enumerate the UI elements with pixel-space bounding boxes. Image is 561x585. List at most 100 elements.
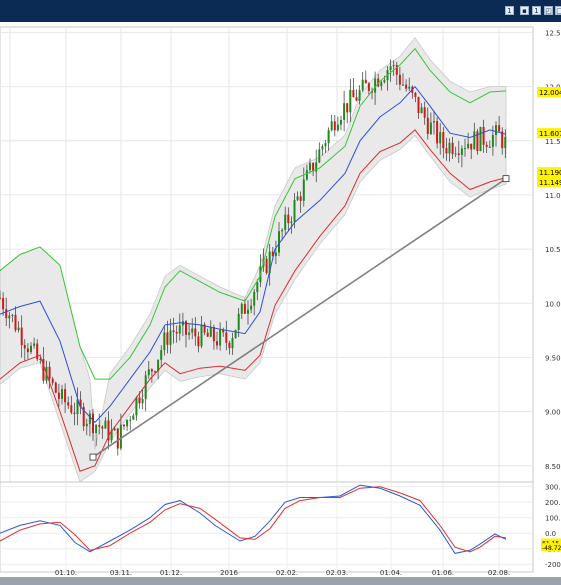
candle-body <box>104 420 107 429</box>
candle-body <box>225 332 228 343</box>
osc-y-tick-label: 200.0 <box>545 499 561 507</box>
candle-body <box>243 303 246 314</box>
candle-body <box>73 412 76 414</box>
candle-body <box>150 369 153 372</box>
candle-body <box>67 402 70 406</box>
candle-body <box>448 142 451 154</box>
candle-body <box>451 142 454 155</box>
candle-body <box>467 143 470 149</box>
candle-body <box>374 78 377 93</box>
candle-body <box>265 258 268 273</box>
candle-body <box>228 342 231 349</box>
osc-x-tick-label: 02.02. <box>276 569 298 577</box>
candle-body <box>212 327 215 342</box>
candle-body <box>278 231 280 253</box>
candle-body <box>445 148 448 154</box>
candle-body <box>367 83 370 91</box>
y-tick-label: 8.500 <box>545 463 561 471</box>
osc-y-tick-label: -200.0 <box>545 561 561 569</box>
candle-body <box>501 131 504 149</box>
stock-chart: 8.500 9.000 9.500 10.00 10.50 11.00 11.50 12.00… <box>0 26 561 577</box>
candle-body <box>20 327 23 345</box>
candle-body <box>343 103 346 120</box>
candle-body <box>256 282 259 292</box>
candle-body <box>132 415 135 420</box>
candle-body <box>340 119 342 125</box>
candle-body <box>95 424 98 434</box>
maximize-button[interactable]: □ <box>555 6 561 15</box>
price-label-upper: 12.004 <box>539 89 561 97</box>
candle-body <box>296 196 299 200</box>
candle-body <box>274 252 277 256</box>
candle-body <box>473 131 476 150</box>
osc-plot-area <box>0 481 534 573</box>
osc-y-tick-label: 100.0 <box>545 515 561 523</box>
candle-body <box>14 314 17 331</box>
osc-x-tick-label: 01.04. <box>380 569 402 577</box>
osc-y-tick-label: 0.0 <box>545 530 556 538</box>
candle-body <box>352 89 355 98</box>
candle-body <box>11 314 14 316</box>
candle-body <box>206 332 209 337</box>
candle-body <box>420 107 423 114</box>
candle-body <box>402 84 404 86</box>
candle-body <box>116 428 119 449</box>
candle-body <box>408 86 411 89</box>
restore-button[interactable]: 1 <box>532 6 541 15</box>
candle-body <box>491 135 494 147</box>
candle-body <box>5 309 8 319</box>
scrollbar[interactable] <box>0 577 561 585</box>
candle-body <box>191 328 194 333</box>
candle-body <box>454 153 457 155</box>
candle-body <box>188 332 191 335</box>
candle-body <box>287 214 290 224</box>
candle-body <box>302 179 305 201</box>
candle-body <box>113 428 116 431</box>
y-tick-label: 10.50 <box>545 246 561 254</box>
candle-body <box>126 420 129 427</box>
trend-line-handle <box>89 453 97 461</box>
candle-body <box>349 89 352 113</box>
minimize-button[interactable]: 1 <box>505 6 514 15</box>
oscillator-panel: 300.0200.0100.00.0-100.0-200.001.10.03.1… <box>0 481 561 577</box>
candle-body <box>123 424 125 427</box>
candle-body <box>51 378 54 383</box>
candle-body <box>166 332 169 345</box>
candle-body <box>355 97 358 101</box>
candle-body <box>364 79 367 84</box>
layout-button[interactable]: ◰ <box>544 6 553 15</box>
osc-x-tick-label: 01.06. <box>432 569 454 577</box>
candle-body <box>70 405 73 413</box>
candle-body <box>61 389 63 399</box>
candle-body <box>457 153 460 155</box>
candle-body <box>485 144 488 147</box>
y-tick-label: 9.000 <box>545 409 561 417</box>
candle-body <box>436 121 439 144</box>
candle-body <box>423 107 426 118</box>
candle-body <box>237 313 240 330</box>
candle-body <box>23 345 26 349</box>
candle-body <box>336 124 339 131</box>
candle-body <box>333 121 336 131</box>
candle-body <box>433 121 435 123</box>
candle-body <box>392 65 395 67</box>
osc-label-signal: -48.72 <box>542 545 561 552</box>
candle-body <box>305 170 308 180</box>
candle-body <box>54 382 57 393</box>
candle-body <box>358 90 361 101</box>
candle-body <box>144 375 147 400</box>
candle-body <box>327 130 330 144</box>
candle-body <box>234 329 237 339</box>
candle-body <box>380 82 383 87</box>
candle-body <box>346 103 349 113</box>
pin-button[interactable]: ▪ <box>520 6 529 15</box>
price-label-middle: 11.607 <box>539 130 561 138</box>
candle-body <box>414 92 417 97</box>
candle-body <box>460 148 463 155</box>
candle-body <box>398 74 401 85</box>
candle-body <box>85 423 88 427</box>
candle-body <box>98 424 101 427</box>
candle-body <box>417 96 420 113</box>
candle-body <box>26 348 29 353</box>
candle-body <box>495 125 497 135</box>
